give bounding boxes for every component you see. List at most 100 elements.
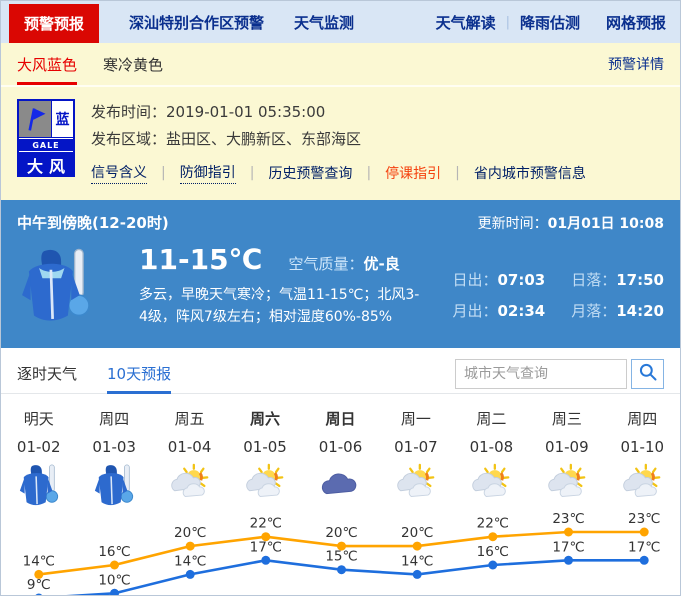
warning-links: 信号含义 | 防御指引 | 历史预警查询 | 停课指引 | 省内城市预警信息 <box>91 162 664 184</box>
gale-flag-icon <box>19 101 51 137</box>
tab-hourly-weather[interactable]: 逐时天气 <box>17 354 77 393</box>
forecast-day-column[interactable]: 周日01-06 <box>303 408 378 508</box>
publish-area-value: 盐田区、大鹏新区、东部海区 <box>166 130 361 148</box>
publish-area-line: 发布区域：盐田区、大鹏新区、东部海区 <box>91 126 664 153</box>
subtab-cold-yellow[interactable]: 寒冷黄色 <box>103 43 163 85</box>
link-weather-interpretation[interactable]: 天气解读 <box>436 1 496 43</box>
svg-text:16℃: 16℃ <box>477 544 509 560</box>
weather-page: 预警预报 深汕特别合作区预警 天气监测 天气解读 | 降雨估测 网格预报 大风蓝… <box>0 0 681 596</box>
forecast-day-column[interactable]: 周二 01-08 <box>454 408 529 508</box>
weather-description: 多云，早晚天气寒冷；气温11-15℃；北风3-4级，阵风7级左右；相对湿度60%… <box>139 284 426 328</box>
forecast-tabs-bar: 逐时天气 10天预报 <box>1 354 680 394</box>
cloudy-icon <box>303 462 378 508</box>
subtab-gale-blue[interactable]: 大风蓝色 <box>17 43 77 85</box>
svg-text:9℃: 9℃ <box>27 577 51 593</box>
gale-blue-warning-icon: 蓝 GALE 大风 <box>17 99 75 177</box>
moonrise: 月出：02:34 <box>452 300 545 321</box>
link-separator: | <box>161 165 166 181</box>
link-history-warning-query[interactable]: 历史预警查询 <box>268 163 352 183</box>
air-quality-label: 空气质量： <box>288 255 363 273</box>
forecast-day-column[interactable]: 周六 01-05 <box>227 408 302 508</box>
partly-cloudy-icon <box>378 462 453 508</box>
link-grid-forecast[interactable]: 网格预报 <box>606 1 666 43</box>
link-separator: | <box>250 165 255 181</box>
search-button[interactable] <box>631 359 664 389</box>
link-province-city-warnings[interactable]: 省内城市预警信息 <box>474 163 586 183</box>
update-time-value: 01月01日 10:08 <box>548 216 664 232</box>
moonrise-label: 月出： <box>452 302 497 320</box>
day-name: 周三 <box>529 408 604 429</box>
link-signal-meaning[interactable]: 信号含义 <box>91 162 147 184</box>
svg-text:10℃: 10℃ <box>98 572 130 588</box>
sunrise-value: 07:03 <box>497 271 545 289</box>
current-weather-mid: 11-15℃ 空气质量：优-良 多云，早晚天气寒冷；气温11-15℃；北风3-4… <box>139 243 426 331</box>
nav-pad <box>666 1 680 43</box>
publish-area-label: 发布区域： <box>91 130 166 148</box>
day-date: 01-05 <box>227 438 302 456</box>
moonset-label: 月落： <box>571 302 616 320</box>
forecast-day-column[interactable]: 周一 01-07 <box>378 408 453 508</box>
forecast-day-column[interactable]: 周三 01-09 <box>529 408 604 508</box>
warning-detail-link[interactable]: 预警详情 <box>608 54 664 74</box>
publish-time-label: 发布时间： <box>91 103 166 121</box>
forecast-day-column[interactable]: 周四01-10 <box>605 408 680 508</box>
search-icon <box>638 362 658 386</box>
moonset: 月落：14:20 <box>571 300 664 321</box>
city-search-input[interactable] <box>455 359 627 389</box>
warning-section: 大风蓝色 寒冷黄色 预警详情 蓝 GALE 大风 发布时间：2019-01-0 <box>1 43 680 200</box>
svg-text:15℃: 15℃ <box>325 549 357 565</box>
day-name: 周六 <box>227 408 302 429</box>
tab-shenshan-coop-zone[interactable]: 深汕特别合作区预警 <box>129 1 264 43</box>
moonrise-moonset-row: 月出：02:34 月落：14:20 <box>426 300 664 321</box>
sunset: 日落：17:50 <box>571 269 664 290</box>
forecast-day-column[interactable]: 周四01-03 <box>76 408 151 508</box>
tab-ten-day-forecast[interactable]: 10天预报 <box>107 354 171 393</box>
tab-warning-forecast[interactable]: 预警预报 <box>9 4 99 43</box>
forecast-day-column[interactable]: 周五 01-04 <box>152 408 227 508</box>
link-rainfall-estimate[interactable]: 降雨估测 <box>520 1 580 43</box>
current-weather-header: 中午到傍晚(12-20时) 更新时间：01月01日 10:08 <box>17 212 664 233</box>
forecast-period-title: 中午到傍晚(12-20时) <box>17 212 169 233</box>
svg-text:22℃: 22℃ <box>477 516 509 532</box>
day-date: 01-04 <box>152 438 227 456</box>
sunrise-label: 日出： <box>452 271 497 289</box>
svg-text:14℃: 14℃ <box>401 553 433 569</box>
day-name: 周四 <box>76 408 151 429</box>
gale-code-label: GALE <box>19 138 73 152</box>
day-date: 01-06 <box>303 438 378 456</box>
svg-text:22℃: 22℃ <box>250 516 282 532</box>
link-defense-guide[interactable]: 防御指引 <box>180 162 236 184</box>
svg-text:20℃: 20℃ <box>401 525 433 541</box>
tab-weather-monitoring[interactable]: 天气监测 <box>294 1 354 43</box>
current-weather-body: 11-15℃ 空气质量：优-良 多云，早晚天气寒冷；气温11-15℃；北风3-4… <box>17 243 664 331</box>
update-time-label: 更新时间： <box>478 216 548 232</box>
air-quality-value: 优-良 <box>363 255 399 273</box>
moonset-value: 14:20 <box>616 302 664 320</box>
forecast-day-column[interactable]: 明天01-02 <box>1 408 76 508</box>
partly-cloudy-icon <box>227 462 302 508</box>
svg-text:14℃: 14℃ <box>23 553 55 569</box>
svg-text:23℃: 23℃ <box>628 511 660 527</box>
day-date: 01-08 <box>454 438 529 456</box>
day-name: 周二 <box>454 408 529 429</box>
svg-text:17℃: 17℃ <box>628 539 660 555</box>
partly-cloudy-icon <box>605 462 680 508</box>
nav-spacer <box>354 1 436 43</box>
svg-text:17℃: 17℃ <box>552 539 584 555</box>
gale-level-badge: 蓝 <box>52 101 73 137</box>
warning-subtabs: 大风蓝色 寒冷黄色 预警详情 <box>1 43 680 87</box>
link-separator: | <box>366 165 371 181</box>
link-class-suspension-guide[interactable]: 停课指引 <box>385 163 441 183</box>
update-time: 更新时间：01月01日 10:08 <box>478 213 664 233</box>
publish-time-line: 发布时间：2019-01-01 05:35:00 <box>91 99 664 126</box>
cold-icon <box>76 462 151 508</box>
svg-text:20℃: 20℃ <box>174 525 206 541</box>
day-name: 周一 <box>378 408 453 429</box>
day-date: 01-07 <box>378 438 453 456</box>
day-date: 01-09 <box>529 438 604 456</box>
day-date: 01-10 <box>605 438 680 456</box>
air-quality: 空气质量：优-良 <box>288 253 399 274</box>
partly-cloudy-icon <box>152 462 227 508</box>
sunset-label: 日落： <box>571 271 616 289</box>
day-name: 周五 <box>152 408 227 429</box>
